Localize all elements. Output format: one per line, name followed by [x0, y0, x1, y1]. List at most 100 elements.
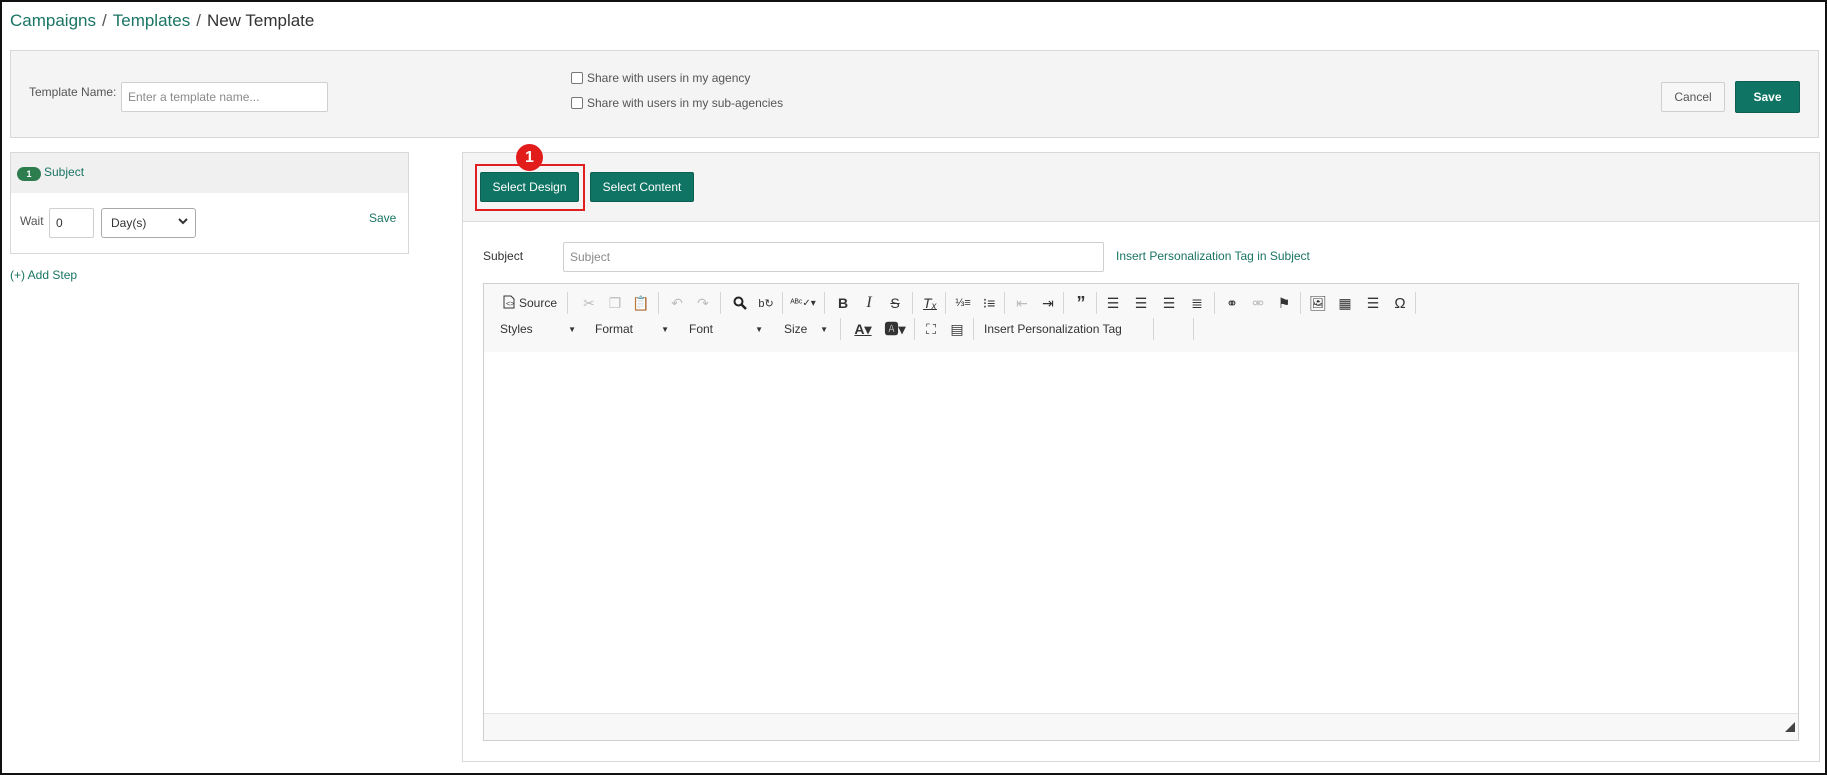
maximize-icon[interactable]: ⛶	[920, 318, 942, 340]
horizontal-line-icon[interactable]: ☰	[1362, 292, 1384, 314]
share-subagency-checkbox[interactable]	[571, 97, 583, 109]
share-agency-checkbox[interactable]	[571, 72, 583, 84]
format-dropdown[interactable]: Format ▼	[595, 318, 669, 340]
italic-icon[interactable]: I	[858, 292, 880, 314]
cut-icon[interactable]: ✂	[578, 292, 600, 314]
insert-personalization-tag-button[interactable]: Insert Personalization Tag	[984, 318, 1122, 340]
breadcrumb: Campaigns / Templates / New Template	[10, 11, 314, 31]
remove-format-icon[interactable]: Tₓ	[919, 292, 941, 314]
image-icon[interactable]: 🖼	[1307, 292, 1329, 314]
source-label: Source	[518, 296, 558, 310]
font-dropdown[interactable]: Font ▼	[689, 318, 763, 340]
text-color-icon[interactable]: A▾	[849, 318, 877, 340]
dropdown-arrow-icon: ▼	[661, 324, 669, 334]
breadcrumb-campaigns[interactable]: Campaigns	[10, 11, 96, 30]
rich-text-editor: <> Source ✂ ❐ 📋 ↶ ↷ b↻ ᴬᴮᶜ✓▾ B I S Tₓ ⅓≡…	[483, 283, 1799, 741]
breadcrumb-templates[interactable]: Templates	[113, 11, 190, 30]
align-justify-icon[interactable]: ≣	[1186, 292, 1208, 314]
toolbar-separator	[1214, 292, 1215, 314]
toolbar-separator	[1004, 292, 1005, 314]
svg-text:<>: <>	[506, 301, 514, 308]
align-right-icon[interactable]: ☰	[1158, 292, 1180, 314]
wait-unit-value: Day(s)	[111, 216, 147, 230]
share-subagency-option[interactable]: Share with users in my sub-agencies	[571, 96, 783, 110]
bulleted-list-icon[interactable]: ⁝≡	[978, 292, 1000, 314]
toolbar-separator	[567, 292, 568, 314]
toolbar-separator	[1096, 292, 1097, 314]
toolbar-separator	[1063, 292, 1064, 314]
insert-tag-subject-link[interactable]: Insert Personalization Tag in Subject	[1116, 249, 1310, 263]
blockquote-icon[interactable]: ”	[1070, 292, 1092, 314]
wait-label: Wait	[20, 214, 44, 228]
step-header[interactable]: 1 Subject	[11, 153, 408, 193]
spellcheck-icon[interactable]: ᴬᴮᶜ✓▾	[788, 292, 818, 314]
subject-input[interactable]	[563, 242, 1104, 272]
template-name-input[interactable]	[121, 82, 328, 112]
step-panel: 1 Subject Wait Day(s) Save	[10, 152, 409, 254]
toolbar-separator	[945, 292, 946, 314]
unlink-icon[interactable]: ⚮	[1247, 292, 1269, 314]
editor-content-area[interactable]	[484, 352, 1798, 714]
special-character-icon[interactable]: Ω	[1389, 292, 1411, 314]
undo-icon[interactable]: ↶	[666, 292, 688, 314]
link-icon[interactable]: ⚭	[1221, 292, 1243, 314]
strikethrough-icon[interactable]: S	[884, 292, 906, 314]
outdent-icon[interactable]: ⇤	[1011, 292, 1033, 314]
dropdown-arrow-icon: ▼	[820, 324, 828, 334]
table-icon[interactable]: ▦	[1334, 292, 1356, 314]
numbered-list-icon[interactable]: ⅓≡	[952, 292, 974, 314]
toolbar-separator	[912, 292, 913, 314]
select-content-button[interactable]: Select Content	[590, 172, 694, 202]
save-template-button[interactable]: Save	[1735, 81, 1800, 113]
indent-icon[interactable]: ⇥	[1037, 292, 1059, 314]
breadcrumb-separator: /	[196, 11, 201, 30]
dropdown-arrow-icon: ▼	[568, 324, 576, 334]
format-label: Format	[595, 322, 634, 336]
editor-toolbar: <> Source ✂ ❐ 📋 ↶ ↷ b↻ ᴬᴮᶜ✓▾ B I S Tₓ ⅓≡…	[484, 284, 1798, 352]
toolbar-separator	[840, 318, 841, 340]
paste-icon[interactable]: 📋	[630, 292, 652, 314]
wait-days-input[interactable]	[49, 208, 94, 238]
background-color-icon[interactable]: 🅰▾	[881, 318, 909, 340]
breadcrumb-current: New Template	[206, 11, 315, 30]
editor-statusbar	[484, 713, 1798, 740]
font-label: Font	[689, 322, 714, 336]
copy-icon[interactable]: ❐	[604, 292, 626, 314]
share-agency-label: Share with users in my agency	[587, 71, 751, 85]
align-center-icon[interactable]: ☰	[1130, 292, 1152, 314]
toolbar-separator	[973, 318, 974, 340]
toolbar-separator	[914, 318, 915, 340]
template-name-label: Template Name:	[29, 85, 117, 99]
subject-label: Subject	[483, 249, 524, 263]
highlight-box	[475, 164, 585, 211]
step-marker: 1	[516, 144, 543, 171]
bold-icon[interactable]: B	[832, 292, 854, 314]
cancel-button[interactable]: Cancel	[1661, 82, 1725, 112]
toolbar-separator	[1193, 318, 1194, 340]
add-step-link[interactable]: (+) Add Step	[10, 268, 77, 282]
source-button[interactable]: <> Source	[500, 292, 560, 314]
align-left-icon[interactable]: ☰	[1102, 292, 1124, 314]
show-blocks-icon[interactable]: ▤	[946, 318, 968, 340]
step-save-link[interactable]: Save	[369, 211, 396, 225]
step-subject-link[interactable]: Subject	[44, 165, 84, 179]
template-settings-panel: Template Name: Share with users in my ag…	[10, 50, 1819, 138]
replace-icon[interactable]: b↻	[755, 292, 777, 314]
resize-handle-icon[interactable]	[1785, 719, 1795, 737]
find-icon[interactable]	[729, 292, 751, 314]
share-subagency-label: Share with users in my sub-agencies	[587, 96, 784, 110]
step-number-badge: 1	[17, 167, 41, 181]
size-dropdown[interactable]: Size ▼	[784, 318, 828, 340]
share-agency-option[interactable]: Share with users in my agency	[571, 71, 750, 85]
styles-dropdown[interactable]: Styles ▼	[500, 318, 576, 340]
breadcrumb-separator: /	[102, 11, 107, 30]
toolbar-separator	[824, 292, 825, 314]
source-icon: <>	[503, 295, 515, 312]
wait-unit-select[interactable]: Day(s)	[101, 208, 196, 238]
anchor-flag-icon[interactable]: ⚑	[1273, 292, 1295, 314]
toolbar-separator	[720, 292, 721, 314]
redo-icon[interactable]: ↷	[692, 292, 714, 314]
dropdown-arrow-icon: ▼	[755, 324, 763, 334]
insert-tag-label: Insert Personalization Tag	[984, 322, 1122, 336]
chevron-down-icon	[177, 215, 189, 230]
